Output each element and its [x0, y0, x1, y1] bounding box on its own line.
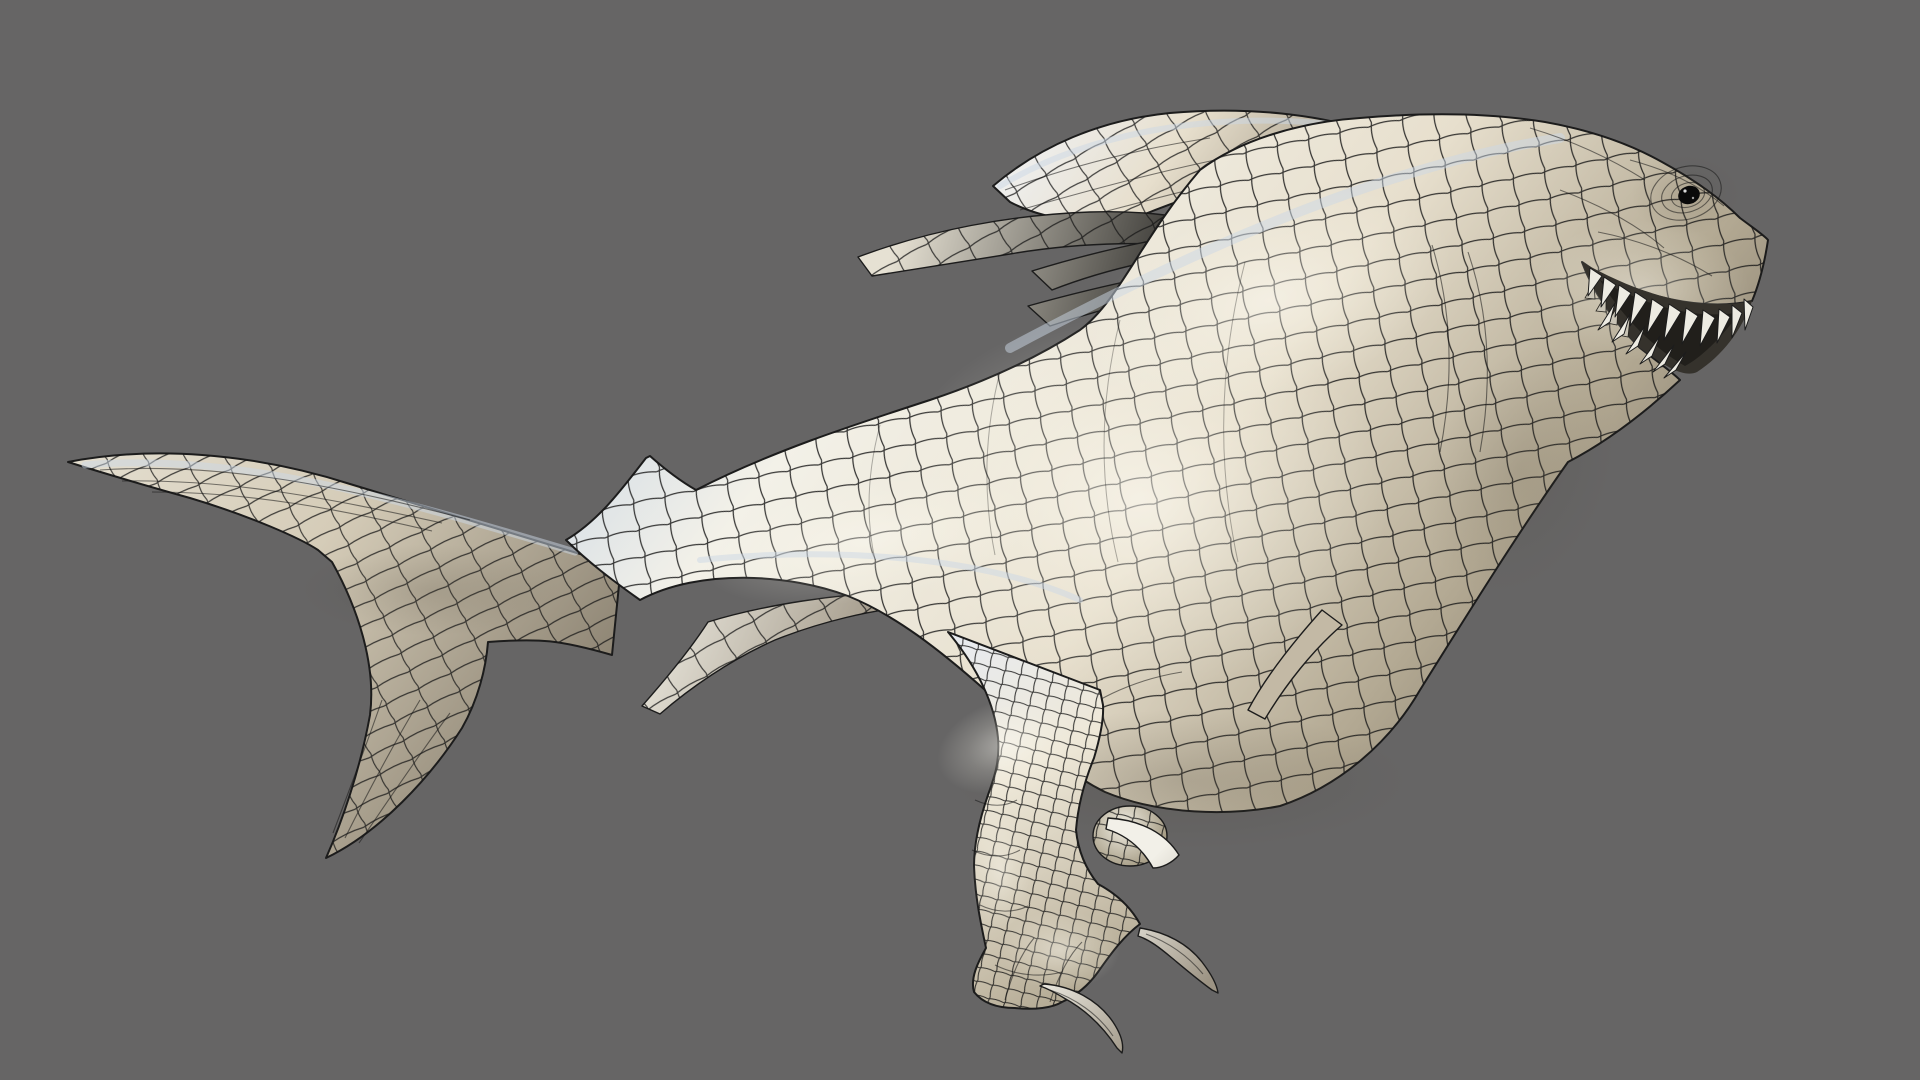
eye-glint — [1683, 189, 1686, 192]
tail-shadow — [300, 544, 560, 636]
shin-highlight — [970, 810, 1030, 930]
3d-viewport[interactable]: 3D wireframe viewport render of a shark-… — [0, 0, 1920, 1080]
shark-creature-render: 3D wireframe viewport render of a shark-… — [0, 0, 1920, 1080]
eye-glint-2 — [1692, 197, 1694, 199]
foot-highlight — [1000, 910, 1120, 990]
eye-group — [1631, 155, 1741, 235]
